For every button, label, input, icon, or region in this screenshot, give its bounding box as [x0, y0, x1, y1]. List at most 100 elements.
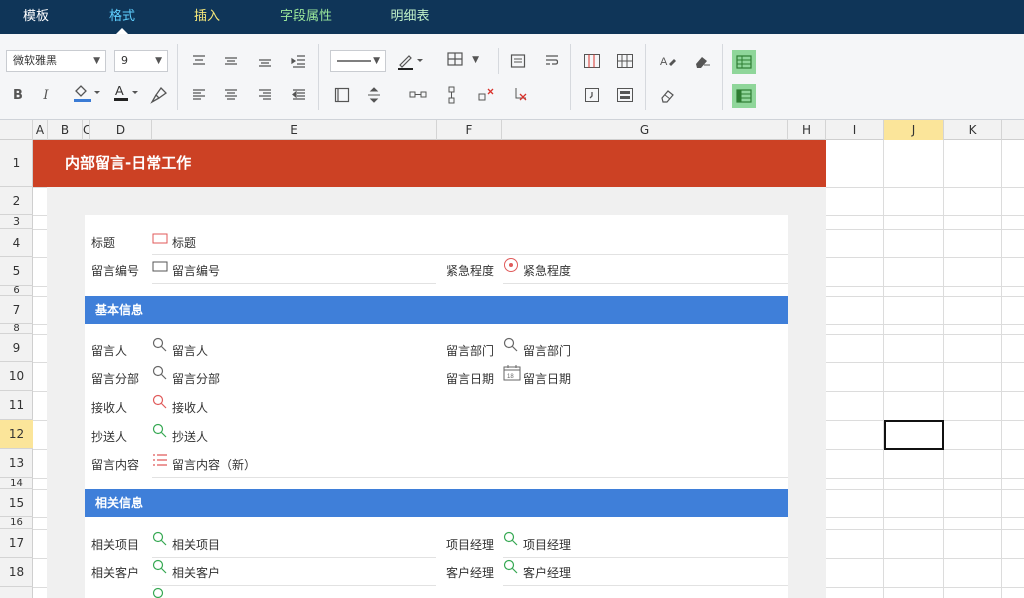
column-header-i[interactable]: I: [826, 120, 884, 140]
row-header[interactable]: 2: [0, 187, 33, 215]
field-value-department[interactable]: 留言部门: [523, 342, 571, 359]
row-header[interactable]: 16: [0, 517, 33, 529]
align-bottom-button[interactable]: [253, 50, 277, 72]
split-cell-button[interactable]: [508, 84, 532, 106]
unmerge-button[interactable]: [474, 84, 498, 106]
eraser-icon: [661, 90, 674, 103]
field-value-message-number[interactable]: 留言编号: [172, 262, 220, 279]
search-icon: [503, 559, 518, 574]
tab-detail-table[interactable]: 明细表: [380, 0, 440, 34]
active-cell-cursor[interactable]: [884, 420, 944, 450]
fill-color-button[interactable]: [70, 82, 102, 104]
field-value-content[interactable]: 留言内容（新）: [172, 456, 256, 473]
column-header-a[interactable]: A: [33, 120, 48, 140]
border-grid-icon: [447, 52, 463, 66]
bold-button[interactable]: B: [6, 84, 30, 106]
font-family-select[interactable]: 微软雅黑 ▼: [6, 50, 106, 72]
field-value-customer[interactable]: 相关客户: [172, 564, 220, 581]
column-header-g[interactable]: G: [502, 120, 788, 140]
merge-horizontal-button[interactable]: [406, 84, 430, 106]
select-all-corner[interactable]: [0, 120, 33, 140]
align-center-icon: [225, 89, 237, 100]
bold-icon: B: [13, 87, 23, 103]
column-header-k[interactable]: K: [944, 120, 1002, 140]
line-style-select[interactable]: ▼: [330, 50, 386, 72]
row-header[interactable]: 11: [0, 391, 33, 420]
column-header-c[interactable]: C: [83, 120, 90, 140]
chevron-down-icon: ▼: [155, 56, 162, 66]
row-header[interactable]: 6: [0, 285, 33, 296]
comment-button[interactable]: [580, 84, 604, 106]
row-header[interactable]: 18: [0, 558, 33, 587]
field-label-message-number: 留言编号: [91, 264, 140, 278]
row-header[interactable]: 7: [0, 296, 33, 324]
column-header-f[interactable]: F: [437, 120, 502, 140]
row-header[interactable]: 8: [0, 323, 33, 334]
cell-format-button[interactable]: [506, 50, 530, 72]
column-header-d[interactable]: D: [90, 120, 152, 140]
column-header-b[interactable]: B: [48, 120, 83, 140]
align-top-button[interactable]: [187, 50, 211, 72]
row-height-button[interactable]: [362, 84, 386, 106]
eraser-format-button[interactable]: [690, 50, 714, 72]
indent-button[interactable]: [287, 50, 311, 72]
column-header-j[interactable]: J: [884, 120, 944, 140]
field-value-project-manager[interactable]: 项目经理: [523, 536, 571, 553]
align-right-button[interactable]: [253, 84, 277, 106]
insert-row-button[interactable]: [613, 50, 637, 72]
row-header[interactable]: 3: [0, 215, 33, 229]
font-size-select[interactable]: 9 ▼: [114, 50, 168, 72]
field-value-author[interactable]: 留言人: [172, 342, 208, 359]
column-header-e[interactable]: E: [152, 120, 437, 140]
insert-column-icon: [584, 54, 600, 68]
form-title-banner[interactable]: 内部留言-日常工作: [33, 140, 826, 187]
row-header[interactable]: 15: [0, 489, 33, 517]
field-value-date[interactable]: 留言日期: [523, 370, 571, 387]
column-header-h[interactable]: H: [788, 120, 826, 140]
align-left-button[interactable]: [187, 84, 211, 106]
clear-format-button[interactable]: A: [656, 50, 680, 72]
tab-field-properties[interactable]: 字段属性: [270, 0, 342, 34]
eraser-button[interactable]: [656, 84, 680, 106]
cell-border-button[interactable]: [330, 84, 354, 106]
row-header[interactable]: 10: [0, 362, 33, 391]
format-painter-button[interactable]: [147, 84, 171, 106]
row-header[interactable]: 14: [0, 478, 33, 489]
field-value-title[interactable]: 标题: [172, 234, 196, 251]
wrap-text-button[interactable]: [540, 50, 564, 72]
field-value-account-manager[interactable]: 客户经理: [523, 564, 571, 581]
outdent-button[interactable]: [287, 84, 311, 106]
font-color-button[interactable]: A: [110, 82, 142, 104]
grid-view-button[interactable]: [732, 50, 756, 74]
border-select[interactable]: ▼: [440, 50, 484, 72]
merge-vertical-button[interactable]: [440, 84, 464, 106]
align-middle-button[interactable]: [219, 50, 243, 72]
paint-bucket-icon: [74, 85, 100, 102]
row-header[interactable]: 1: [0, 140, 33, 187]
border-color-button[interactable]: [395, 50, 427, 72]
wrap-text-icon: [546, 55, 559, 65]
tab-template[interactable]: 模板: [10, 0, 62, 34]
field-value-cc[interactable]: 抄送人: [172, 428, 208, 445]
svg-text:A: A: [115, 83, 124, 98]
field-value-urgency[interactable]: 紧急程度: [523, 262, 571, 279]
font-family-value: 微软雅黑: [13, 54, 57, 67]
field-label-author: 留言人: [91, 344, 128, 358]
row-header[interactable]: 4: [0, 229, 33, 257]
row-header[interactable]: 13: [0, 449, 33, 478]
field-value-branch[interactable]: 留言分部: [172, 370, 220, 387]
detail-view-button[interactable]: [732, 84, 756, 108]
insert-column-button[interactable]: [580, 50, 604, 72]
image-button[interactable]: [613, 84, 637, 106]
search-icon: [503, 337, 518, 352]
align-center-button[interactable]: [219, 84, 243, 106]
row-header[interactable]: 17: [0, 529, 33, 558]
tab-format[interactable]: 格式: [96, 0, 148, 34]
tab-insert[interactable]: 插入: [181, 0, 233, 34]
italic-button[interactable]: I: [34, 84, 58, 106]
row-header[interactable]: 5: [0, 257, 33, 286]
row-header[interactable]: 9: [0, 334, 33, 362]
field-value-project[interactable]: 相关项目: [172, 536, 220, 553]
row-header[interactable]: 12: [0, 420, 33, 449]
field-value-receiver[interactable]: 接收人: [172, 399, 208, 416]
